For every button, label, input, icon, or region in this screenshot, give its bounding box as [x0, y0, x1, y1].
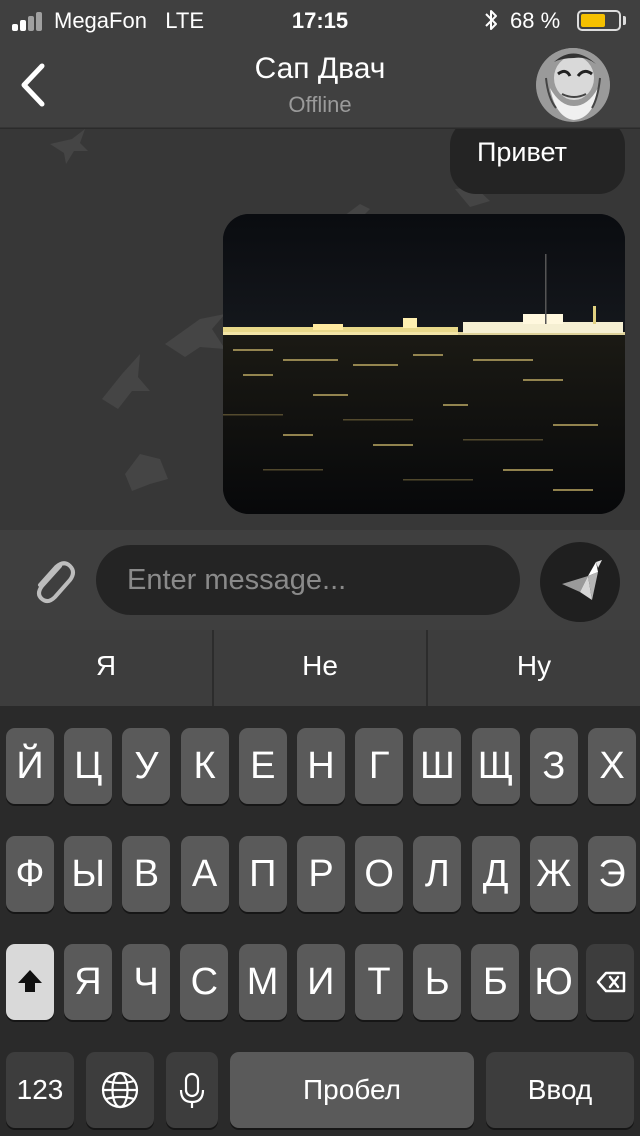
letter-key[interactable]: Ж	[529, 836, 578, 912]
letter-key[interactable]: И	[296, 944, 345, 1020]
space-key[interactable]: Пробел	[230, 1052, 474, 1128]
suggestion-item[interactable]: Я	[0, 630, 214, 706]
shift-icon	[18, 970, 42, 992]
avatar-portrait	[536, 48, 610, 122]
letter-key[interactable]: Б	[471, 944, 520, 1020]
microphone-icon	[179, 1072, 205, 1108]
dictation-key[interactable]	[166, 1052, 218, 1128]
bird-send-icon	[562, 560, 602, 600]
shift-key[interactable]	[6, 944, 54, 1020]
letter-key[interactable]: Т	[355, 944, 403, 1020]
letter-key[interactable]: П	[238, 836, 287, 912]
letter-key[interactable]: О	[355, 836, 404, 912]
backspace-key[interactable]	[586, 944, 634, 1020]
letter-key[interactable]: Й	[6, 728, 54, 804]
avatar[interactable]	[536, 48, 610, 122]
letter-key[interactable]: Ч	[122, 944, 171, 1020]
backspace-icon	[596, 971, 626, 993]
paperclip-icon[interactable]	[28, 554, 76, 606]
chat-header: Сап Двач Offline	[0, 42, 640, 128]
message-list[interactable]: Привет	[0, 129, 640, 530]
letter-key[interactable]: Ц	[64, 728, 113, 804]
letter-key[interactable]: Э	[588, 836, 636, 912]
letter-key[interactable]: У	[122, 728, 171, 804]
battery-percent: 68 %	[510, 8, 561, 33]
message-text: Привет	[477, 137, 568, 167]
message-photo[interactable]	[223, 214, 625, 514]
letter-key[interactable]: М	[238, 944, 287, 1020]
letter-key[interactable]: Ь	[413, 944, 462, 1020]
battery-tip	[623, 16, 626, 25]
battery-fill	[581, 14, 606, 27]
globe-key[interactable]	[86, 1052, 154, 1128]
letter-key[interactable]: Ы	[64, 836, 113, 912]
keyboard: 123 Пробел Ввод ЙЦУКЕНГШЩЗХ ФЫВАПРОЛДЖЭ ЯЧ…	[0, 706, 640, 1136]
letter-key[interactable]: Щ	[471, 728, 520, 804]
letter-key[interactable]: Л	[413, 836, 462, 912]
return-key[interactable]: Ввод	[486, 1052, 634, 1128]
suggestion-item[interactable]: Не	[214, 630, 428, 706]
message-input[interactable]	[96, 545, 520, 615]
letter-key[interactable]: З	[529, 728, 578, 804]
letter-key[interactable]: Д	[471, 836, 520, 912]
globe-icon	[101, 1071, 139, 1109]
status-bar: MegaFon LTE 17:15 68 %	[0, 0, 640, 42]
night-river-photo	[223, 214, 625, 514]
suggestion-item[interactable]: Ну	[428, 630, 640, 706]
numbers-key[interactable]: 123	[6, 1052, 74, 1128]
letter-key[interactable]: Ш	[413, 728, 462, 804]
autocomplete-bar: Я Не Ну	[0, 630, 640, 706]
send-button[interactable]	[540, 542, 620, 622]
letter-key[interactable]: Г	[355, 728, 404, 804]
composer	[0, 530, 640, 630]
letter-key[interactable]: К	[180, 728, 229, 804]
bluetooth-icon	[485, 10, 497, 30]
letter-key[interactable]: С	[180, 944, 229, 1020]
letter-key[interactable]: Ф	[6, 836, 54, 912]
letter-key[interactable]: Ю	[529, 944, 578, 1020]
letter-key[interactable]: В	[122, 836, 171, 912]
letter-key[interactable]: Н	[297, 728, 345, 804]
letter-key[interactable]: Я	[64, 944, 112, 1020]
letter-key[interactable]: Е	[238, 728, 287, 804]
letter-key[interactable]: А	[180, 836, 229, 912]
battery-icon	[577, 10, 621, 31]
letter-key[interactable]: Р	[297, 836, 345, 912]
message-bubble-text[interactable]: Привет	[450, 129, 625, 194]
letter-key[interactable]: Х	[588, 728, 636, 804]
